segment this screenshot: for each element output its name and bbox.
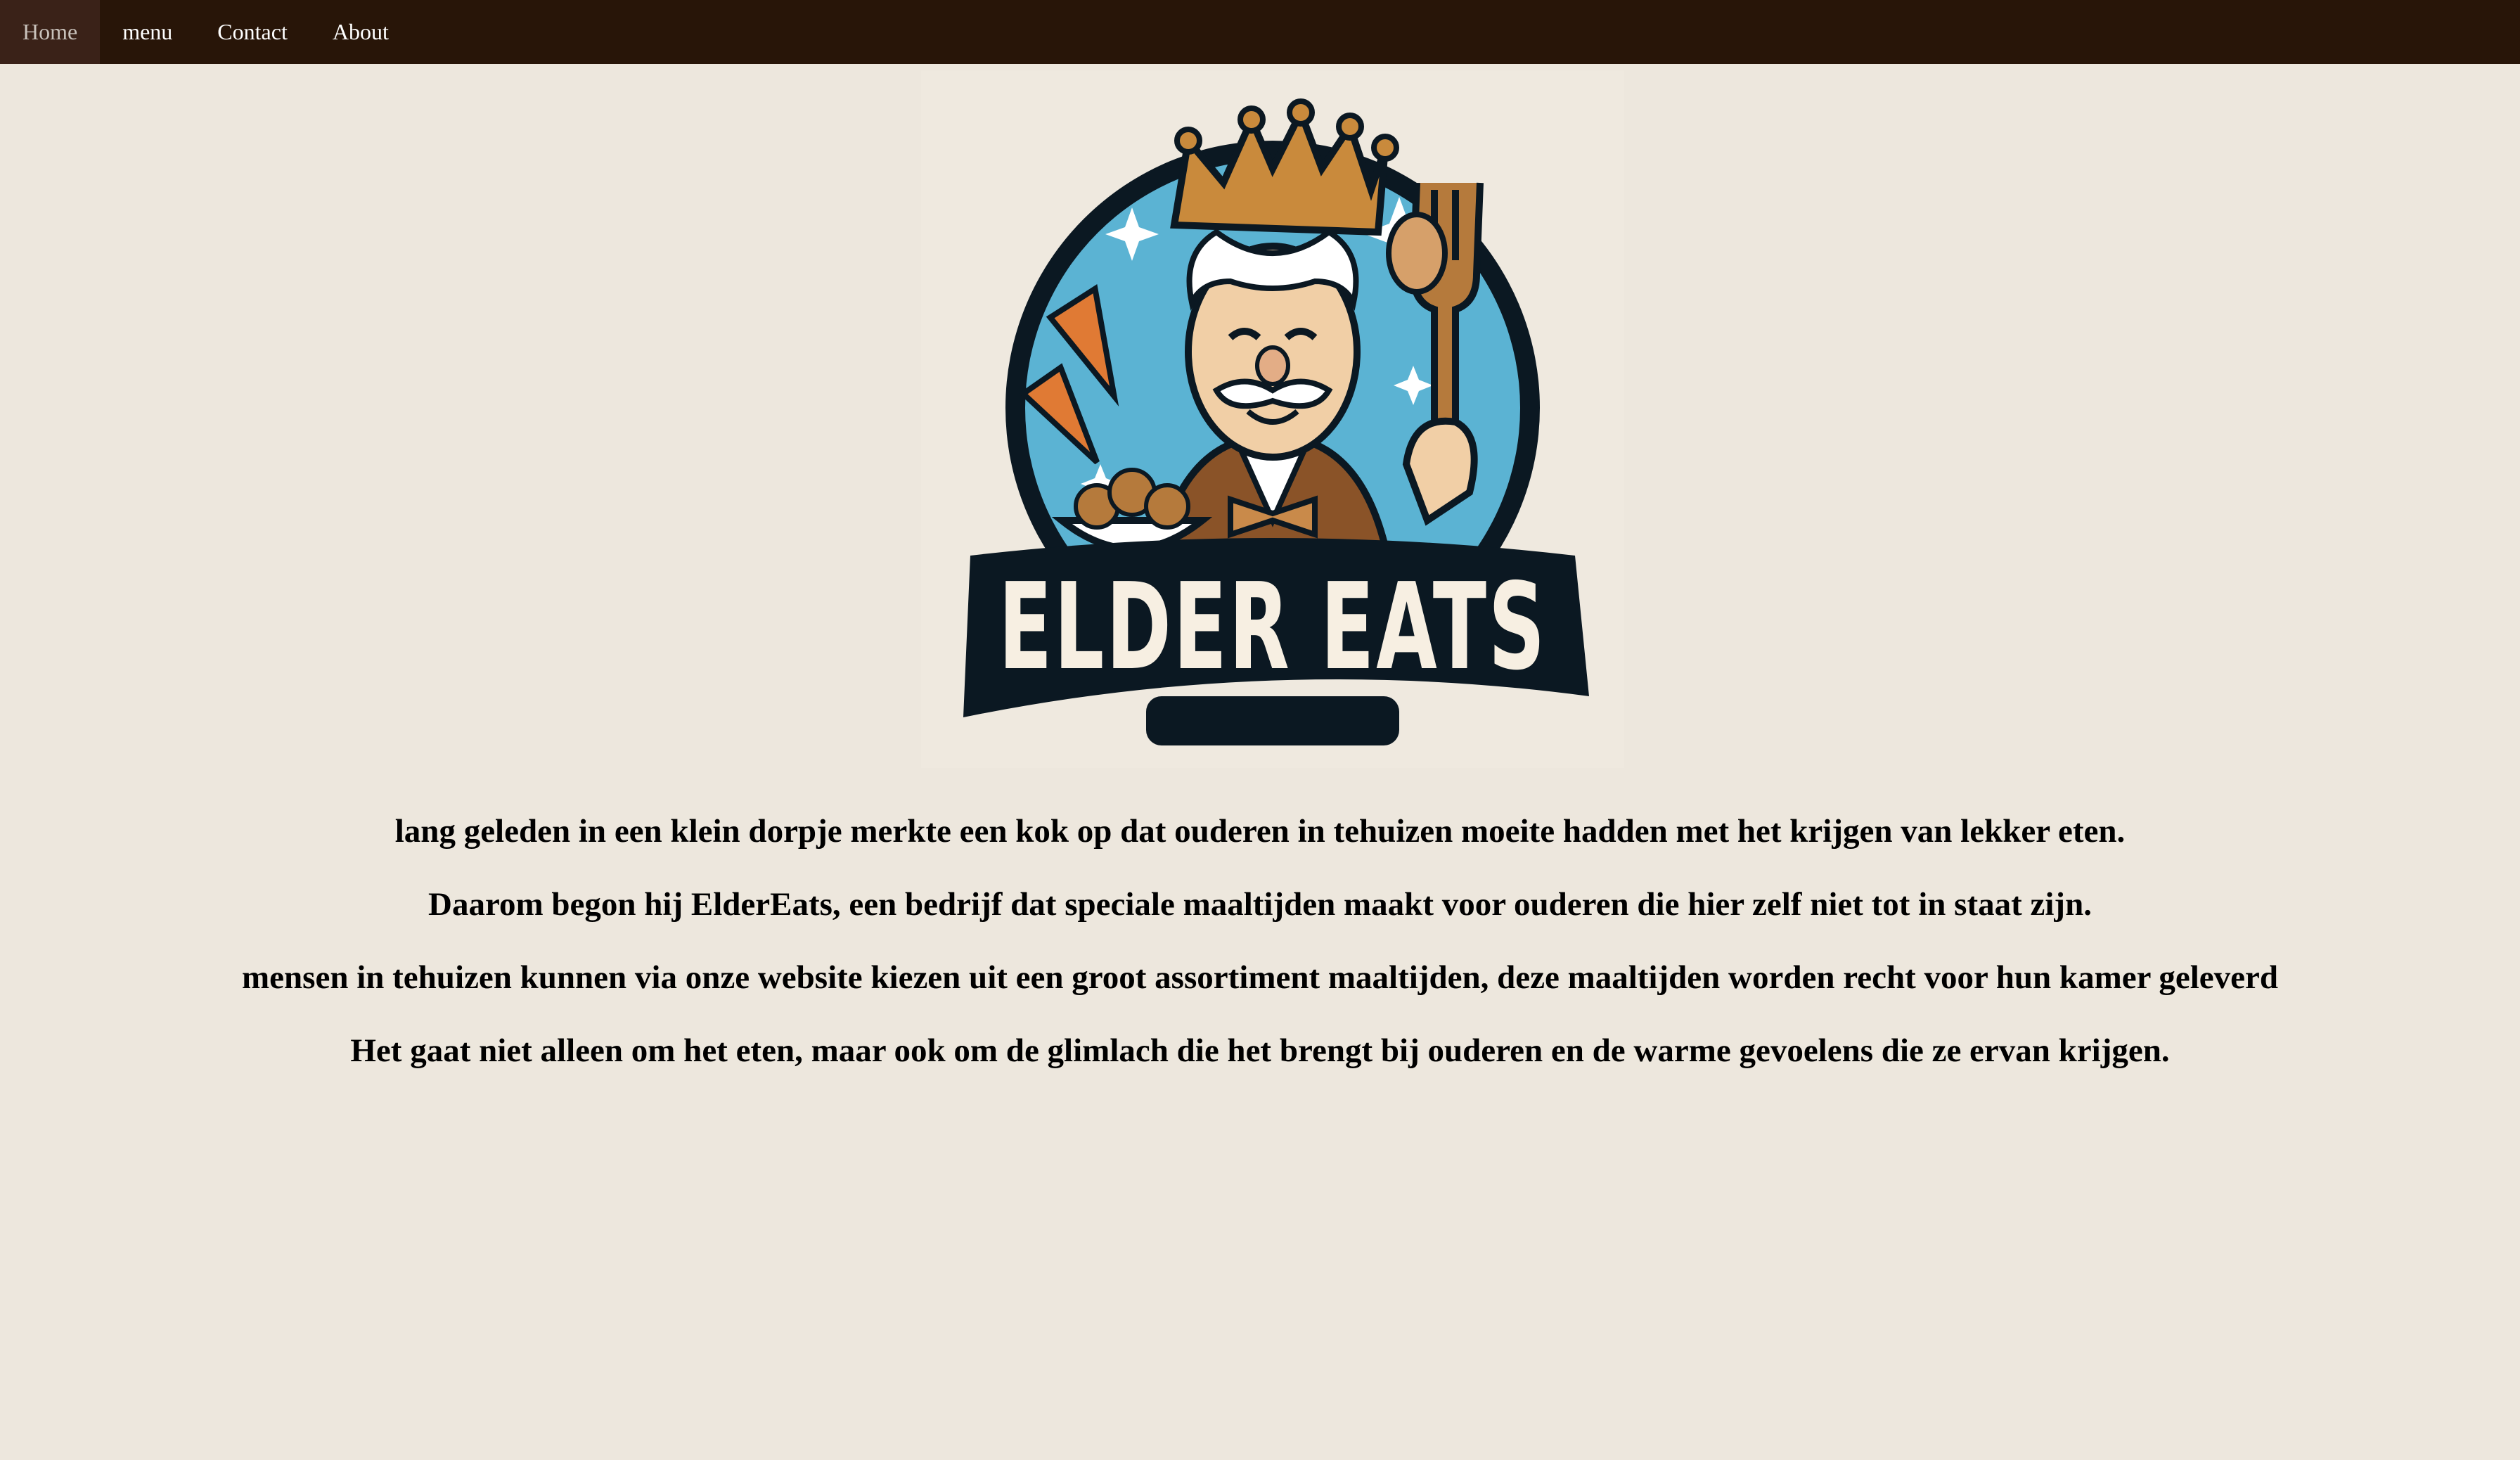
nav-about-link[interactable]: About xyxy=(310,0,411,64)
story-paragraph-2: Daarom begon hij ElderEats, een bedrijf … xyxy=(428,886,2092,923)
story-paragraph-4: Het gaat niet alleen om het eten, maar o… xyxy=(350,1032,2170,1069)
elder-eats-logo: ELDER EATS xyxy=(921,70,1624,768)
nav-contact-link[interactable]: Contact xyxy=(195,0,310,64)
logo-text: ELDER EATS xyxy=(998,558,1547,697)
story-paragraph-1: lang geleden in een klein dorpje merkte … xyxy=(394,813,2126,850)
top-navigation: Home menu Contact About xyxy=(0,0,2520,64)
story-section: lang geleden in een klein dorpje merkte … xyxy=(0,795,2520,1087)
nav-menu-link[interactable]: menu xyxy=(100,0,195,64)
story-paragraph-3: mensen in tehuizen kunnen via onze websi… xyxy=(242,959,2278,996)
crown-icon xyxy=(1170,98,1399,236)
nav-home-link[interactable]: Home xyxy=(0,0,101,64)
